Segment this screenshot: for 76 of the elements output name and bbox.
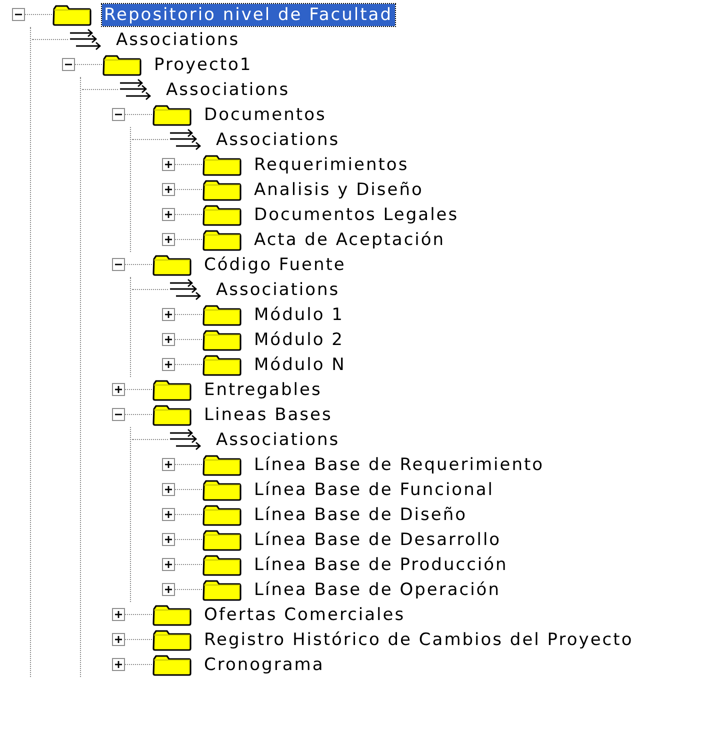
- collapse-icon[interactable]: [62, 58, 75, 71]
- folder-icon: [152, 254, 192, 276]
- expand-icon[interactable]: [162, 308, 175, 321]
- folder-label[interactable]: Línea Base de Operación: [252, 578, 502, 600]
- expand-icon[interactable]: [162, 358, 175, 371]
- collapse-icon[interactable]: [112, 258, 125, 271]
- folder-label[interactable]: Cronograma: [202, 654, 326, 676]
- folder-icon: [152, 604, 192, 626]
- folder-icon: [152, 654, 192, 676]
- folder-icon: [202, 454, 242, 476]
- folder-label[interactable]: Línea Base de Desarrollo: [252, 528, 504, 550]
- expand-icon[interactable]: [162, 458, 175, 471]
- expand-icon[interactable]: [162, 558, 175, 571]
- associations-label[interactable]: Associations: [114, 28, 242, 50]
- expand-icon[interactable]: [162, 508, 175, 521]
- folder-icon: [202, 204, 242, 226]
- folder-label[interactable]: Ofertas Comerciales: [202, 604, 408, 626]
- folder-icon: [202, 304, 242, 326]
- collapse-icon[interactable]: [12, 8, 25, 21]
- folder-icon: [152, 378, 192, 400]
- expand-icon[interactable]: [112, 633, 125, 646]
- expand-icon[interactable]: [162, 233, 175, 246]
- associations-label[interactable]: Associations: [214, 428, 342, 450]
- arrows-icon: [168, 128, 204, 152]
- folder-label[interactable]: Módulo N: [252, 354, 348, 376]
- expand-icon[interactable]: [162, 333, 175, 346]
- folder-label[interactable]: Analisis y Diseño: [252, 178, 426, 200]
- folder-label[interactable]: Módulo 2: [252, 328, 346, 350]
- folder-label[interactable]: Línea Base de Diseño: [252, 504, 470, 526]
- folder-label[interactable]: Módulo 1: [252, 304, 346, 326]
- folder-label[interactable]: Documentos Legales: [252, 204, 461, 226]
- folder-label[interactable]: Documentos: [202, 104, 328, 126]
- expand-icon[interactable]: [162, 533, 175, 546]
- folder-label[interactable]: Código Fuente: [202, 254, 348, 276]
- folder-icon: [202, 178, 242, 200]
- folder-icon: [202, 228, 242, 250]
- expand-icon[interactable]: [162, 158, 175, 171]
- folder-label[interactable]: Repositorio nivel de Facultad: [102, 4, 395, 26]
- arrows-icon: [68, 28, 104, 52]
- folder-icon: [202, 554, 242, 576]
- expand-icon[interactable]: [162, 183, 175, 196]
- folder-label[interactable]: Línea Base de Producción: [252, 554, 510, 576]
- folder-icon: [202, 528, 242, 550]
- folder-icon: [202, 154, 242, 176]
- folder-icon: [202, 578, 242, 600]
- folder-icon: [152, 104, 192, 126]
- folder-label[interactable]: Lineas Bases: [202, 404, 334, 426]
- folder-label[interactable]: Línea Base de Funcional: [252, 478, 496, 500]
- folder-icon: [152, 404, 192, 426]
- arrows-icon: [118, 78, 154, 102]
- folder-icon: [52, 4, 92, 26]
- arrows-icon: [168, 428, 204, 452]
- folder-icon: [202, 328, 242, 350]
- folder-label[interactable]: Requerimientos: [252, 154, 411, 176]
- folder-icon: [202, 478, 242, 500]
- folder-label[interactable]: Acta de Aceptación: [252, 228, 448, 250]
- expand-icon[interactable]: [162, 208, 175, 221]
- collapse-icon[interactable]: [112, 108, 125, 121]
- folder-icon: [102, 54, 142, 76]
- folder-label[interactable]: Línea Base de Requerimiento: [252, 454, 546, 476]
- folder-icon: [202, 504, 242, 526]
- folder-label[interactable]: Entregables: [202, 378, 324, 400]
- expand-icon[interactable]: [112, 383, 125, 396]
- folder-label[interactable]: Proyecto1: [152, 54, 254, 76]
- arrows-icon: [168, 278, 204, 302]
- collapse-icon[interactable]: [112, 408, 125, 421]
- associations-label[interactable]: Associations: [214, 128, 342, 150]
- expand-icon[interactable]: [162, 483, 175, 496]
- expand-icon[interactable]: [112, 658, 125, 671]
- expand-icon[interactable]: [162, 583, 175, 596]
- associations-label[interactable]: Associations: [164, 78, 292, 100]
- folder-label[interactable]: Registro Histórico de Cambios del Proyecto: [202, 628, 636, 650]
- expand-icon[interactable]: [112, 608, 125, 621]
- associations-label[interactable]: Associations: [214, 278, 342, 300]
- folder-icon: [202, 354, 242, 376]
- folder-icon: [152, 628, 192, 650]
